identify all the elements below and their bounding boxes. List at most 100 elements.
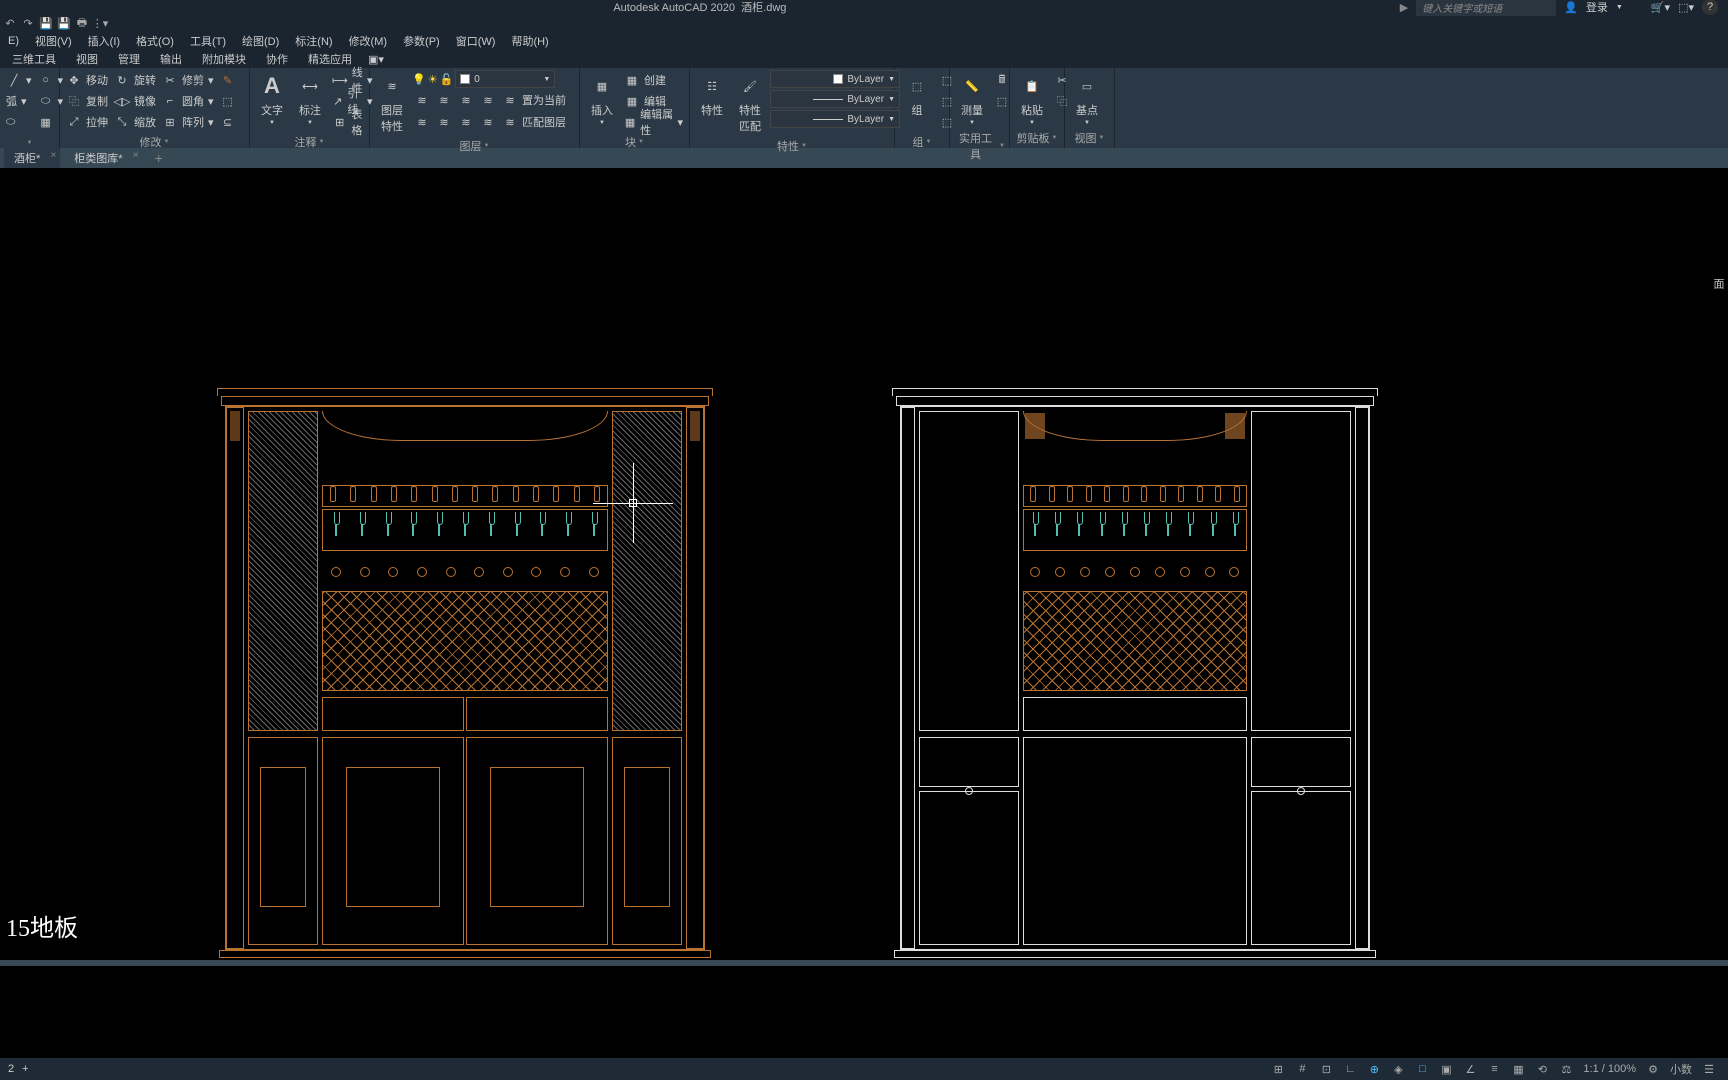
login-link[interactable]: 登录 — [1586, 0, 1608, 15]
iso-button[interactable]: ◈ — [1387, 1060, 1409, 1078]
polar-button[interactable]: ⊕ — [1363, 1060, 1385, 1078]
panel-group-label[interactable]: 组 — [899, 132, 945, 152]
arc-button[interactable]: 弧▾ — [4, 91, 34, 111]
person-icon[interactable]: 👤 — [1564, 1, 1578, 14]
file-tab-2[interactable]: 柜类图库*× — [64, 148, 142, 168]
tab-expand[interactable]: ▣▾ — [362, 51, 390, 68]
cart-icon[interactable]: 🛒▾ — [1651, 1, 1670, 14]
tab-addon[interactable]: 附加模块 — [192, 49, 256, 69]
panel-props-label[interactable]: 特性 — [694, 136, 890, 156]
layerprops-button[interactable]: ≋ 图层 特性 — [374, 70, 410, 136]
units-display[interactable]: 小数 — [1666, 1061, 1696, 1077]
panel-view-label[interactable]: 视图 — [1069, 128, 1110, 148]
dim-button[interactable]: ⟷ 标注▼ — [292, 70, 328, 128]
stretch-button[interactable]: ⤢拉伸 — [64, 112, 110, 132]
menu-parametric[interactable]: 参数(P) — [397, 33, 446, 49]
more-draw-button[interactable]: ⬭ — [4, 112, 34, 132]
offset-button[interactable]: ⊆ — [218, 112, 238, 132]
scale-button[interactable]: ⤡缩放 — [112, 112, 158, 132]
panel-draw-label[interactable] — [4, 138, 55, 148]
menu-file[interactable]: E) — [2, 35, 25, 47]
redo-button[interactable]: ↷ — [20, 15, 36, 31]
app-switch-icon[interactable]: ⬚▾ — [1678, 1, 1694, 14]
otrack-button[interactable]: ∠ — [1459, 1060, 1481, 1078]
menu-modify[interactable]: 修改(M) — [343, 33, 394, 49]
layer2-button[interactable]: ≋ — [434, 112, 454, 132]
tab-collab[interactable]: 协作 — [256, 49, 298, 69]
props-button[interactable]: ☷ 特性 — [694, 70, 730, 120]
color-select[interactable]: ByLayer▼ — [770, 70, 900, 88]
group-button[interactable]: ⬚组 — [899, 70, 935, 120]
customize-button[interactable]: ☰ — [1698, 1060, 1720, 1078]
menu-tools[interactable]: 工具(T) — [184, 33, 232, 49]
lineweight-select[interactable]: ByLayer▼ — [770, 90, 900, 108]
lock-icon[interactable]: 🔓 — [440, 73, 454, 86]
annomon-button[interactable]: ⚖ — [1555, 1060, 1577, 1078]
text-button[interactable]: A 文字▼ — [254, 70, 290, 128]
layerfr-button[interactable]: ≋ — [456, 90, 476, 110]
base-button[interactable]: ▭基点▼ — [1069, 70, 1105, 128]
create-button[interactable]: ▦创建 — [622, 70, 685, 90]
plot-button[interactable]: 🖶 — [74, 15, 90, 31]
menu-window[interactable]: 窗口(W) — [450, 33, 502, 49]
layerstate-button[interactable]: ≋ — [412, 90, 432, 110]
layer1-button[interactable]: ≋ — [412, 112, 432, 132]
panel-clip-label[interactable]: 剪贴板 — [1014, 128, 1060, 148]
select-button[interactable]: ⬚ — [992, 91, 1012, 111]
save-button[interactable]: 💾 — [38, 15, 54, 31]
layer3-button[interactable]: ≋ — [456, 112, 476, 132]
matchprop-button[interactable]: 🖌 特性 匹配 — [732, 70, 768, 136]
array-button[interactable]: ⊞阵列▾ — [160, 112, 216, 132]
login-dropdown-icon[interactable]: ▼ — [1616, 4, 1623, 11]
menu-format[interactable]: 格式(O) — [130, 33, 180, 49]
fillet-button[interactable]: ⌐圆角▾ — [160, 91, 216, 111]
layeriso-button[interactable]: ≋ — [434, 90, 454, 110]
layout-tab-model[interactable]: 2 — [8, 1063, 14, 1075]
osnap-button[interactable]: □ — [1411, 1060, 1433, 1078]
line-button[interactable]: ╱▾ — [4, 70, 34, 90]
saveas-button[interactable]: 💾 — [56, 15, 72, 31]
lwt-button[interactable]: ≡ — [1483, 1060, 1505, 1078]
sun-icon[interactable]: ☀ — [428, 73, 438, 86]
menu-help[interactable]: 帮助(H) — [505, 33, 554, 49]
panel-annotate-label[interactable]: 注释 — [254, 132, 365, 152]
grid-button[interactable]: # — [1291, 1060, 1313, 1078]
explode-button[interactable]: ⬚ — [218, 91, 238, 111]
more-button[interactable]: ⋮▾ — [92, 15, 108, 31]
snap-button[interactable]: ⊡ — [1315, 1060, 1337, 1078]
transp-button[interactable]: ▦ — [1507, 1060, 1529, 1078]
new-tab-button[interactable]: + — [147, 150, 171, 166]
search-input[interactable]: 键入关键字或短语 — [1416, 0, 1556, 16]
erase-button[interactable]: ✎ — [218, 70, 238, 90]
undo-button[interactable]: ↶ — [2, 15, 18, 31]
copy-button[interactable]: ⿻复制 — [64, 91, 110, 111]
bulb-icon[interactable]: 💡 — [412, 73, 426, 86]
gear-button[interactable]: ⚙ — [1642, 1060, 1664, 1078]
editattr-button[interactable]: ▦编辑属性▾ — [622, 112, 685, 132]
panel-utils-label[interactable]: 实用工具 — [954, 128, 1005, 164]
model-button[interactable]: ⊞ — [1267, 1060, 1289, 1078]
scale-display[interactable]: 1:1 / 100% — [1579, 1063, 1640, 1075]
tab-view[interactable]: 视图 — [66, 49, 108, 69]
file-tab-1[interactable]: 酒柜*× — [4, 148, 60, 168]
help-icon[interactable]: ? — [1702, 0, 1718, 15]
panel-layers-label[interactable]: 图层 — [374, 136, 575, 156]
close-icon[interactable]: × — [133, 150, 139, 161]
layer-select[interactable]: 0 ▼ — [455, 70, 555, 88]
paste-button[interactable]: 📋粘贴▼ — [1014, 70, 1050, 128]
menu-view[interactable]: 视图(V) — [29, 33, 78, 49]
linetype-select[interactable]: ByLayer▼ — [770, 110, 900, 128]
menu-dimension[interactable]: 标注(N) — [289, 33, 338, 49]
measure-button[interactable]: 📏测量▼ — [954, 70, 990, 128]
rotate-button[interactable]: ↻旋转 — [112, 70, 158, 90]
menu-draw[interactable]: 绘图(D) — [236, 33, 285, 49]
layout-add-button[interactable]: + — [22, 1063, 28, 1075]
menu-insert[interactable]: 插入(I) — [82, 33, 126, 49]
cycle-button[interactable]: ⟲ — [1531, 1060, 1553, 1078]
insert-button[interactable]: ▦ 插入▼ — [584, 70, 620, 128]
trim-button[interactable]: ✂修剪▾ — [160, 70, 216, 90]
layer4-button[interactable]: ≋ — [478, 112, 498, 132]
3dosnap-button[interactable]: ▣ — [1435, 1060, 1457, 1078]
panel-block-label[interactable]: 块 — [584, 132, 685, 152]
ortho-button[interactable]: ∟ — [1339, 1060, 1361, 1078]
